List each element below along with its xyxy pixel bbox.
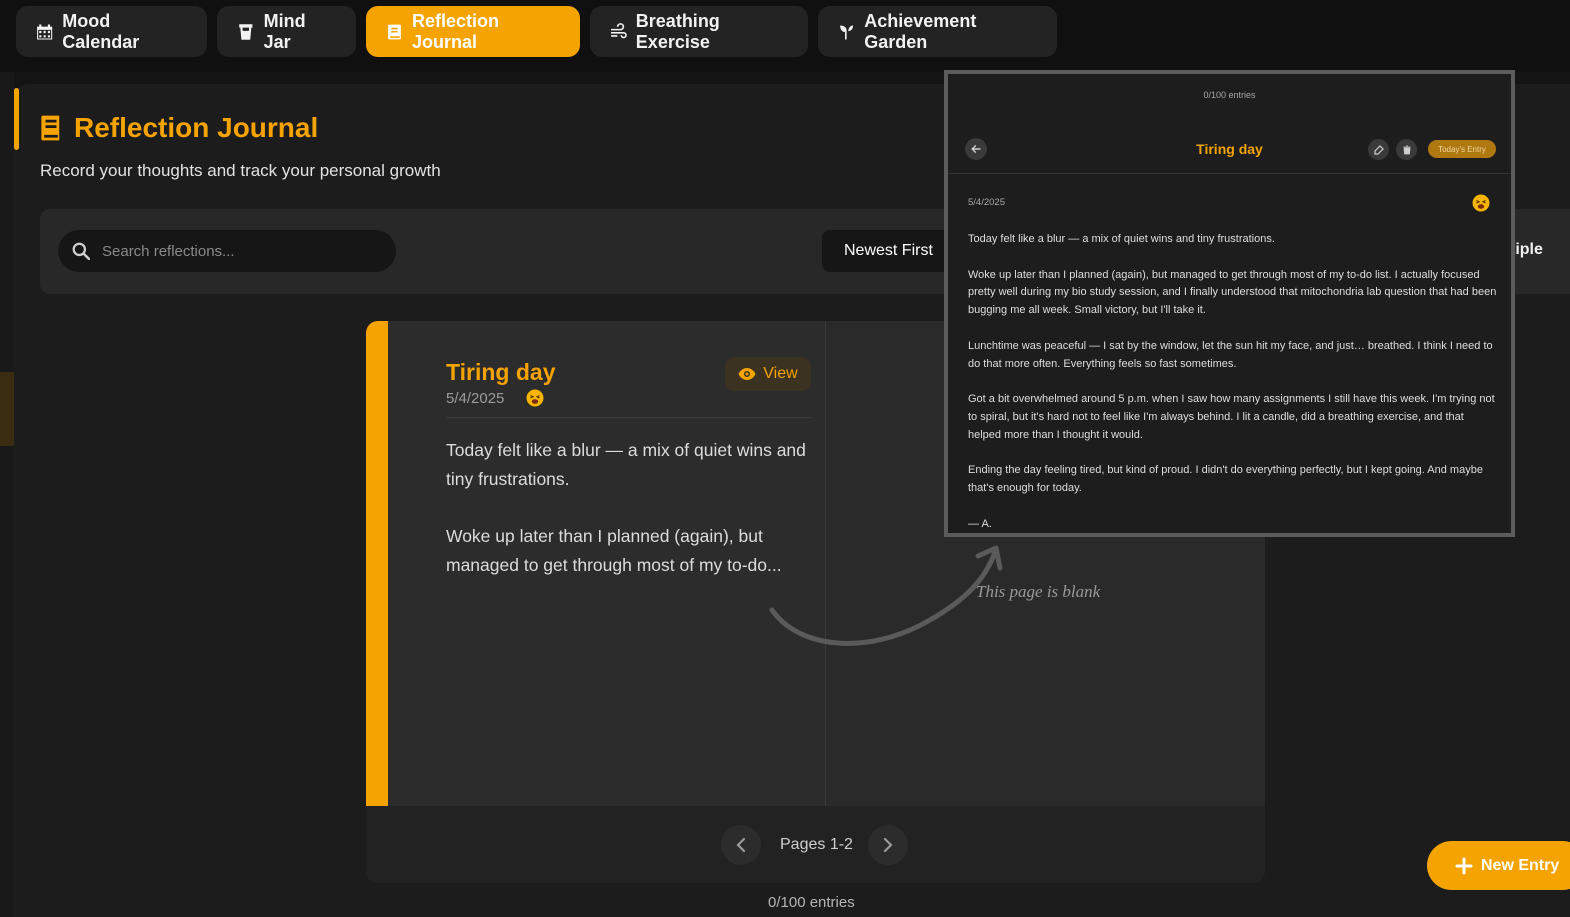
tab-achievement-garden[interactable]: Achievement Garden	[818, 6, 1057, 57]
page-subtitle: Record your thoughts and track your pers…	[40, 161, 441, 180]
left-edge	[0, 72, 14, 917]
tab-label: Mind Jar	[263, 10, 306, 52]
entry-paragraph: Got a bit overwhelmed around 5 p.m. when…	[968, 393, 1495, 441]
search-icon	[72, 242, 90, 260]
next-page-button[interactable]	[868, 825, 908, 865]
divider	[948, 173, 1511, 174]
left-page: Tiring day 5/4/2025 View Today felt like…	[388, 321, 826, 806]
edit-button[interactable]	[1368, 139, 1389, 160]
tab-reflection-journal[interactable]: Reflection Journal	[366, 6, 580, 57]
book-icon	[41, 115, 60, 141]
entry-body: Today felt like a blur — a mix of quiet …	[968, 231, 1498, 533]
preview-paragraph: Woke up later than I planned (again), bu…	[446, 526, 782, 575]
panel-accent-bar	[14, 88, 19, 150]
tab-label: Mood Calendar	[62, 10, 140, 52]
todays-entry-badge: Today's Entry	[1428, 140, 1496, 158]
divider	[446, 417, 811, 418]
tab-breathing-exercise[interactable]: Breathing Exercise	[590, 6, 808, 57]
trash-icon	[1403, 145, 1410, 154]
tired-face-emoji-icon	[526, 389, 544, 407]
chevron-right-icon	[883, 838, 893, 852]
entry-paragraph: Ending the day feeling tired, but kind o…	[968, 464, 1483, 495]
entry-title: Tiring day	[1196, 141, 1263, 157]
book-spine	[366, 321, 388, 806]
tab-mood-calendar[interactable]: Mood Calendar	[16, 6, 207, 57]
entry-title: Tiring day	[446, 359, 556, 385]
tab-label: Reflection Journal	[411, 10, 499, 52]
book-icon	[388, 24, 401, 39]
entry-signature: — A.	[968, 517, 992, 530]
page-title: Reflection Journal	[40, 112, 318, 144]
top-navigation: Mood Calendar Mind Jar Reflection Journa…	[0, 0, 1570, 72]
chevron-left-icon	[736, 838, 746, 852]
sort-select[interactable]: Newest First	[822, 230, 952, 272]
entry-paragraph: Lunchtime was peaceful — I sat by the wi…	[968, 339, 1493, 370]
blank-page-note: This page is blank	[976, 582, 1101, 601]
delete-button[interactable]	[1396, 139, 1417, 160]
search-input[interactable]	[102, 242, 372, 260]
seedling-icon	[840, 25, 854, 40]
tab-mind-jar[interactable]: Mind Jar	[217, 6, 356, 57]
entry-paragraph: Woke up later than I planned (again), bu…	[968, 268, 1497, 317]
entries-count: 0/100 entries	[1203, 90, 1256, 100]
edit-icon	[1373, 144, 1384, 155]
entries-count: 0/100 entries	[768, 894, 855, 911]
calendar-icon	[37, 23, 53, 40]
entry-date: 5/4/2025	[968, 197, 1005, 208]
search-box[interactable]	[58, 230, 396, 272]
view-label: View	[763, 365, 798, 382]
tab-label: Achievement Garden	[864, 10, 977, 52]
eye-icon	[738, 368, 756, 380]
preview-paragraph: Today felt like a blur — a mix of quiet …	[446, 440, 806, 489]
page-title-text: Reflection Journal	[74, 112, 319, 143]
jar-icon	[239, 23, 253, 40]
entry-paragraph: Today felt like a blur — a mix of quiet …	[968, 233, 1275, 245]
new-entry-label: New Entry	[1481, 856, 1560, 874]
new-entry-button[interactable]: New Entry	[1427, 841, 1570, 890]
page-indicator: Pages 1-2	[780, 836, 853, 853]
wind-icon	[611, 22, 627, 38]
tired-face-emoji-icon	[1472, 194, 1490, 212]
entry-preview: Today felt like a blur — a mix of quiet …	[446, 436, 816, 608]
tab-label: Breathing Exercise	[635, 10, 720, 52]
previous-page-button[interactable]	[721, 825, 761, 865]
entry-date: 5/4/2025	[446, 390, 505, 407]
view-button[interactable]: View	[725, 357, 811, 391]
plus-icon	[1455, 857, 1473, 874]
entry-detail-zoom: 0/100 entries Tiring day Today's Entry 5…	[944, 70, 1515, 537]
